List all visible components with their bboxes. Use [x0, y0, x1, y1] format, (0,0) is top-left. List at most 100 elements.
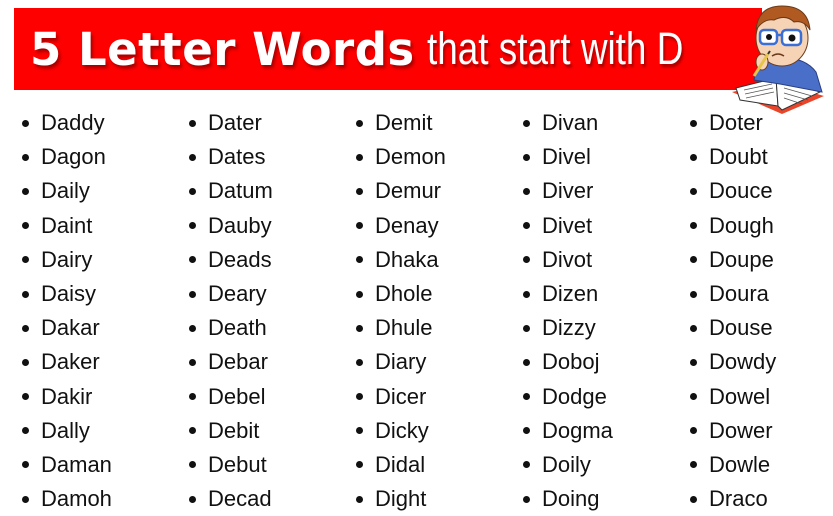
- word-column-1: Daddy Dagon Daily Daint Dairy Daisy Dakar Daker…: [22, 106, 112, 516]
- word-text: Doboj: [542, 349, 600, 375]
- bullet-icon: [189, 393, 196, 401]
- word-list-item: Doily: [523, 448, 613, 482]
- word-column-2: Dater Dates Datum Dauby Deads Deary Death Debar…: [189, 106, 273, 516]
- word-list-item: Divot: [523, 243, 613, 277]
- word-list-item: Dagon: [22, 140, 112, 174]
- bullet-icon: [690, 358, 697, 366]
- word-list-item: Demon: [356, 140, 446, 174]
- word-list-item: Draco: [690, 482, 776, 516]
- word-list-item: Dhole: [356, 277, 446, 311]
- bullet-icon: [690, 495, 697, 503]
- word-text: Diary: [375, 349, 427, 375]
- bullet-icon: [189, 358, 196, 366]
- word-list-item: Daddy: [22, 106, 112, 140]
- word-list-item: Doing: [523, 482, 613, 516]
- word-list-item: Daker: [22, 345, 112, 379]
- word-text: Demit: [375, 110, 433, 136]
- bullet-icon: [356, 256, 363, 264]
- word-list-item: Death: [189, 311, 273, 345]
- word-list-item: Dakir: [22, 380, 112, 414]
- bullet-icon: [356, 222, 363, 230]
- word-text: Dizzy: [542, 315, 596, 341]
- word-text: Dhaka: [375, 246, 439, 272]
- word-list-item: Dater: [189, 106, 273, 140]
- word-text: Debut: [208, 451, 267, 477]
- word-list-item: Decad: [189, 482, 273, 516]
- word-text: Daddy: [41, 110, 105, 136]
- word-text: Daily: [41, 178, 90, 204]
- word-text: Doter: [709, 110, 763, 136]
- word-list-item: Deads: [189, 243, 273, 277]
- bullet-icon: [189, 119, 196, 127]
- word-list-item: Dates: [189, 140, 273, 174]
- bullet-icon: [22, 495, 29, 503]
- bullet-icon: [356, 153, 363, 161]
- word-column-3: Demit Demon Demur Denay Dhaka Dhole Dhule Diary…: [356, 106, 446, 516]
- word-text: Dakar: [41, 315, 100, 341]
- bullet-icon: [523, 222, 530, 230]
- word-text: Dhule: [375, 315, 433, 341]
- word-text: Daman: [41, 451, 112, 477]
- bullet-icon: [356, 290, 363, 298]
- bullet-icon: [523, 427, 530, 435]
- word-text: Dater: [208, 110, 262, 136]
- word-list-item: Damoh: [22, 482, 112, 516]
- word-list-item: Dauby: [189, 209, 273, 243]
- bullet-icon: [523, 290, 530, 298]
- word-list-item: Diary: [356, 345, 446, 379]
- word-list-item: Divan: [523, 106, 613, 140]
- title-main: 5 Letter Words: [30, 22, 415, 76]
- word-text: Dhole: [375, 281, 433, 307]
- word-list-item: Demur: [356, 174, 446, 208]
- bullet-icon: [189, 153, 196, 161]
- bullet-icon: [690, 153, 697, 161]
- word-list-item: Doter: [690, 106, 776, 140]
- word-list-item: Dogma: [523, 414, 613, 448]
- word-column-4: Divan Divel Diver Divet Divot Dizen Dizzy Doboj…: [523, 106, 613, 516]
- bullet-icon: [690, 427, 697, 435]
- word-text: Doubt: [709, 144, 768, 170]
- word-list-item: Didal: [356, 448, 446, 482]
- bullet-icon: [189, 256, 196, 264]
- bullet-icon: [356, 495, 363, 503]
- bullet-icon: [690, 461, 697, 469]
- word-text: Dairy: [41, 246, 93, 272]
- word-text: Didal: [375, 451, 426, 477]
- word-text: Doupe: [709, 246, 774, 272]
- word-text: Dally: [41, 417, 90, 443]
- word-text: Dakir: [41, 383, 93, 409]
- word-text: Divet: [542, 212, 593, 238]
- word-list-item: Dowle: [690, 448, 776, 482]
- bullet-icon: [690, 256, 697, 264]
- word-list-item: Dhule: [356, 311, 446, 345]
- bullet-icon: [22, 222, 29, 230]
- word-list-item: Daint: [22, 209, 112, 243]
- word-text: Decad: [208, 486, 272, 512]
- word-text: Death: [208, 315, 267, 341]
- word-text: Dizen: [542, 281, 599, 307]
- student-reading-book-icon: [732, 5, 824, 114]
- bullet-icon: [22, 358, 29, 366]
- word-text: Demur: [375, 178, 442, 204]
- word-list-item: Dhaka: [356, 243, 446, 277]
- bullet-icon: [356, 393, 363, 401]
- bullet-icon: [523, 358, 530, 366]
- word-text: Dates: [208, 144, 266, 170]
- word-text: Doing: [542, 486, 600, 512]
- word-text: Deary: [208, 281, 267, 307]
- bullet-icon: [356, 324, 363, 332]
- word-list-item: Debit: [189, 414, 273, 448]
- word-text: Demon: [375, 144, 446, 170]
- word-text: Daisy: [41, 281, 97, 307]
- word-list: Daddy Dagon Daily Daint Dairy Daisy Dakar Daker…: [0, 106, 833, 511]
- word-text: Dowel: [709, 383, 771, 409]
- bullet-icon: [690, 290, 697, 298]
- word-text: Daint: [41, 212, 93, 238]
- word-text: Deads: [208, 246, 272, 272]
- word-text: Dodge: [542, 383, 607, 409]
- bullet-icon: [356, 358, 363, 366]
- word-list-item: Doupe: [690, 243, 776, 277]
- word-text: Dight: [375, 486, 427, 512]
- word-list-item: Dizzy: [523, 311, 613, 345]
- bullet-icon: [22, 187, 29, 195]
